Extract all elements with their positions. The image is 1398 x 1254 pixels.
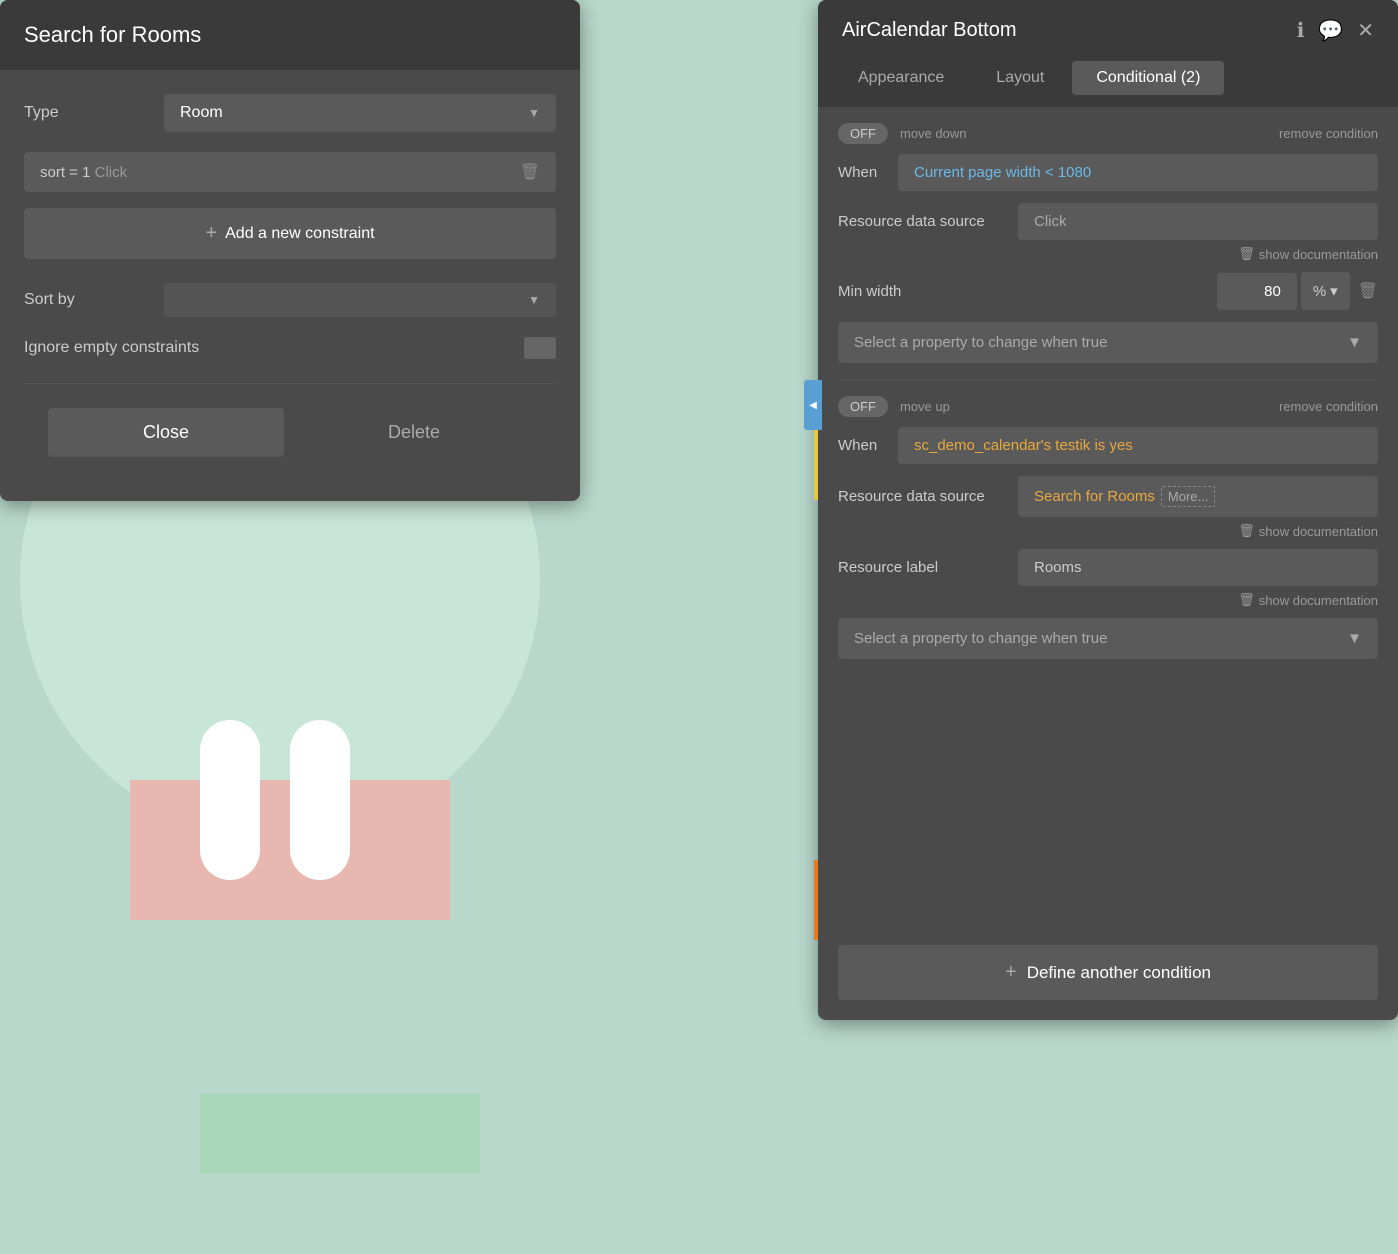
tabs: Appearance Layout Conditional (2)	[818, 61, 1398, 107]
bg-pill-left	[200, 720, 260, 880]
condition-2-select-property[interactable]: Select a property to change when true ▼	[838, 618, 1378, 659]
right-panel-header: AirCalendar Bottom ℹ 💬 ✕	[818, 0, 1398, 61]
tab-conditional[interactable]: Conditional (2)	[1072, 61, 1224, 95]
condition-1-when-row: When Current page width < 1080	[838, 154, 1378, 191]
constraint-row[interactable]: sort = 1 Click 🗑	[24, 152, 556, 192]
right-panel: AirCalendar Bottom ℹ 💬 ✕ Appearance Layo…	[818, 0, 1398, 1020]
condition-2-resource-orange: Search for Rooms	[1034, 488, 1155, 505]
condition-2-resource-value[interactable]: Search for Rooms More...	[1018, 476, 1378, 517]
right-panel-body: OFF move down remove condition When Curr…	[818, 107, 1398, 945]
search-rooms-panel: Search for Rooms Type Room ▼ sort = 1 Cl…	[0, 0, 580, 501]
sort-select[interactable]: ▼	[164, 283, 556, 317]
tab-layout[interactable]: Layout	[972, 61, 1068, 95]
sidebar-expand-btn[interactable]: ◀	[804, 380, 822, 430]
sort-by-label: Sort by	[24, 291, 164, 309]
action-buttons: Close Delete	[24, 408, 556, 457]
bg-pill-right	[290, 720, 350, 880]
bg-rect-green	[200, 1094, 480, 1174]
condition-1-move-down[interactable]: move down	[900, 126, 966, 141]
condition-2-property-chevron-icon: ▼	[1347, 630, 1362, 647]
condition-2-when-row: When sc_demo_calendar's testik is yes	[838, 427, 1378, 464]
condition-2-resource-more[interactable]: More...	[1161, 486, 1215, 507]
type-value: Room	[180, 104, 223, 122]
condition-2-resource-label-value[interactable]: Rooms	[1018, 549, 1378, 586]
right-panel-title: AirCalendar Bottom	[842, 19, 1017, 42]
constraint-text: sort = 1 Click	[40, 164, 508, 181]
sort-chevron-icon: ▼	[528, 293, 540, 307]
conditions-divider	[838, 379, 1378, 380]
left-panel-title: Search for Rooms	[24, 22, 556, 48]
header-icons: ℹ 💬 ✕	[1297, 18, 1374, 43]
condition-1-doc-row: 🗑 show documentation	[838, 246, 1378, 262]
min-width-label: Min width	[838, 283, 1018, 300]
ignore-row: Ignore empty constraints	[24, 337, 556, 384]
condition-1-property-chevron-icon: ▼	[1347, 334, 1362, 351]
condition-2-remove[interactable]: remove condition	[1279, 399, 1378, 414]
condition-1-when-label: When	[838, 164, 898, 181]
condition-2-doc-row: 🗑 show documentation	[838, 523, 1378, 539]
condition-2-block: OFF move up remove condition When sc_dem…	[838, 396, 1378, 659]
define-another-label: Define another condition	[1027, 963, 1211, 983]
condition-1-resource-row: Resource data source Click	[838, 203, 1378, 240]
type-row: Type Room ▼	[24, 94, 556, 132]
condition-2-off-badge[interactable]: OFF	[838, 396, 888, 417]
condition-1-min-width-row: Min width 80 % ▾ 🗑	[838, 272, 1378, 310]
define-another-button[interactable]: + Define another condition	[838, 945, 1378, 1000]
condition-2-select-property-label: Select a property to change when true	[854, 630, 1108, 647]
condition-1-remove[interactable]: remove condition	[1279, 126, 1378, 141]
tab-appearance[interactable]: Appearance	[834, 61, 968, 95]
condition-1-select-property-label: Select a property to change when true	[854, 334, 1108, 351]
add-constraint-button[interactable]: + Add a new constraint	[24, 208, 556, 259]
info-icon[interactable]: ℹ	[1297, 18, 1305, 43]
comment-icon[interactable]: 💬	[1318, 18, 1343, 43]
define-plus-icon: +	[1005, 961, 1017, 984]
type-label: Type	[24, 104, 164, 122]
add-constraint-plus-icon: +	[205, 222, 217, 245]
left-panel-body: Type Room ▼ sort = 1 Click 🗑 + Add a new…	[0, 70, 580, 481]
condition-1-block: OFF move down remove condition When Curr…	[838, 123, 1378, 363]
condition-2-resource-label-row: Resource label Rooms	[838, 549, 1378, 586]
sort-row: Sort by ▼	[24, 283, 556, 317]
unit-chevron-icon: ▾	[1330, 282, 1338, 300]
condition-2-move-up[interactable]: move up	[900, 399, 950, 414]
left-panel-header: Search for Rooms	[0, 0, 580, 70]
condition-1-resource-label: Resource data source	[838, 213, 1018, 230]
condition-1-when-value[interactable]: Current page width < 1080	[898, 154, 1378, 191]
close-button[interactable]: Close	[48, 408, 284, 457]
min-width-unit-select[interactable]: % ▾	[1301, 272, 1350, 310]
condition-2-show-doc[interactable]: 🗑 show documentation	[1238, 523, 1378, 539]
condition-2-resource-row: Resource data source Search for Rooms Mo…	[838, 476, 1378, 517]
condition-2-when-value[interactable]: sc_demo_calendar's testik is yes	[898, 427, 1378, 464]
trash-small-icon-2: 🗑	[1238, 523, 1255, 539]
trash-small-icon: 🗑	[1238, 246, 1255, 262]
constraint-click: Click	[95, 164, 128, 181]
close-icon[interactable]: ✕	[1357, 18, 1374, 43]
condition-1-resource-value[interactable]: Click	[1018, 203, 1378, 240]
add-constraint-label: Add a new constraint	[225, 225, 374, 243]
condition-1-off-badge[interactable]: OFF	[838, 123, 888, 144]
condition-2-doc-row-2: 🗑 show documentation	[838, 592, 1378, 608]
condition-2-when-label: When	[838, 437, 898, 454]
type-select[interactable]: Room ▼	[164, 94, 556, 132]
trash-small-icon-3: 🗑	[1238, 592, 1255, 608]
condition-1-controls: OFF move down remove condition	[838, 123, 1378, 144]
condition-2-controls: OFF move up remove condition	[838, 396, 1378, 417]
accent-bar-orange	[814, 860, 818, 940]
condition-2-show-doc-2[interactable]: 🗑 show documentation	[1238, 592, 1378, 608]
ignore-label: Ignore empty constraints	[24, 339, 199, 357]
min-width-trash-icon[interactable]: 🗑	[1358, 281, 1378, 301]
condition-2-resource-label: Resource data source	[838, 488, 1018, 505]
condition-1-show-doc[interactable]: 🗑 show documentation	[1238, 246, 1378, 262]
ignore-toggle[interactable]	[524, 337, 556, 359]
condition-1-select-property[interactable]: Select a property to change when true ▼	[838, 322, 1378, 363]
type-chevron-icon: ▼	[528, 106, 540, 120]
delete-button[interactable]: Delete	[296, 408, 532, 457]
condition-2-resource-label-label: Resource label	[838, 559, 1018, 576]
constraint-trash-icon[interactable]: 🗑	[520, 162, 540, 182]
min-width-input[interactable]: 80	[1217, 273, 1297, 310]
